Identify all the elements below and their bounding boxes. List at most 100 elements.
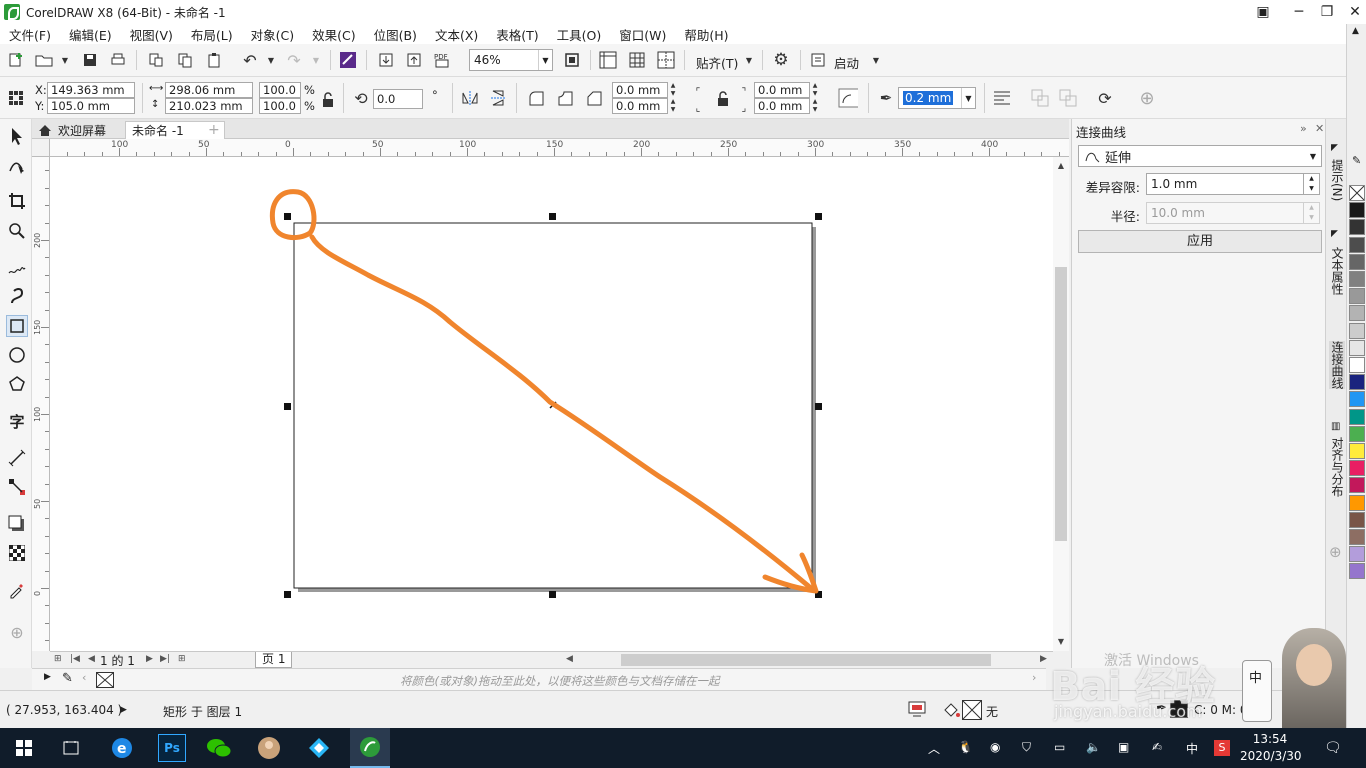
artistic-media-tool-icon[interactable]: [6, 285, 28, 307]
wrap-text-icon[interactable]: [992, 88, 1012, 108]
add-tab-button[interactable]: +: [202, 121, 226, 139]
scroll-up-icon[interactable]: ▲: [1053, 161, 1069, 175]
to-front-icon[interactable]: [1030, 88, 1050, 108]
scroll-right-icon[interactable]: ▶: [1040, 654, 1047, 664]
scroll-down-icon[interactable]: ▼: [1053, 637, 1069, 651]
browser-tray-icon[interactable]: ◉: [990, 740, 1000, 754]
radius-stepper[interactable]: ▲ ▼: [1304, 202, 1320, 224]
stepper-arrows-icon[interactable]: ▲ ▼: [810, 98, 820, 114]
color-swatch[interactable]: [1349, 511, 1365, 528]
tray-expand-icon[interactable]: ︿: [928, 740, 940, 757]
color-swatch[interactable]: [1349, 219, 1365, 236]
menu-text[interactable]: 文本(X): [426, 25, 487, 44]
full-screen-preview-icon[interactable]: [562, 50, 582, 70]
mirror-horizontal-icon[interactable]: [460, 88, 480, 108]
eyedropper-tool-icon[interactable]: [6, 579, 28, 601]
fill-bucket-icon[interactable]: [942, 701, 960, 719]
palette-pencil-icon[interactable]: ✎: [1352, 154, 1361, 167]
color-swatch[interactable]: [1349, 529, 1365, 545]
tab-pin-icon[interactable]: ◤: [1331, 143, 1338, 153]
crop-tool-icon[interactable]: [6, 190, 28, 212]
search-content-icon[interactable]: [338, 50, 358, 70]
color-swatch[interactable]: [1349, 288, 1365, 305]
palette-scroll-left-icon[interactable]: ‹: [82, 671, 86, 684]
vertical-scroll-thumb[interactable]: [1055, 267, 1067, 541]
vertical-scrollbar[interactable]: ▲ ▼: [1053, 157, 1069, 651]
text-tool-icon[interactable]: 字: [6, 410, 28, 432]
add-docker-icon[interactable]: ⊕: [1329, 543, 1342, 561]
menu-layout[interactable]: 布局(L): [182, 25, 242, 44]
scale-height-field[interactable]: 100.0: [259, 98, 301, 114]
color-swatch[interactable]: [1349, 477, 1365, 494]
show-rulers-icon[interactable]: [598, 50, 618, 70]
connector-tool-icon[interactable]: [6, 476, 28, 498]
lock-ratio-icon[interactable]: [318, 90, 338, 110]
wechat-icon[interactable]: [205, 734, 233, 762]
scalloped-corner-icon[interactable]: [555, 88, 575, 108]
menu-view[interactable]: 视图(V): [121, 25, 182, 44]
launch-label[interactable]: 启动: [834, 53, 859, 72]
convert-to-curves-icon[interactable]: ⟳: [1095, 88, 1115, 108]
outline-pen-status-icon[interactable]: ✒: [1156, 701, 1167, 716]
options-gear-icon[interactable]: ⚙: [771, 50, 791, 70]
color-swatch[interactable]: [1349, 494, 1365, 511]
color-swatch[interactable]: [1349, 563, 1365, 580]
next-page-icon[interactable]: ▶: [146, 654, 153, 664]
no-fill-swatch-icon[interactable]: [962, 700, 982, 720]
color-swatch[interactable]: [1349, 253, 1365, 270]
redo-icon[interactable]: ↷: [284, 50, 304, 70]
show-guidelines-icon[interactable]: [656, 50, 676, 70]
battery-icon[interactable]: ▭: [1054, 740, 1065, 754]
menu-bitmaps[interactable]: 位图(B): [365, 25, 426, 44]
stepper-arrows-icon[interactable]: ▲ ▼: [668, 98, 678, 114]
redo-dropdown-icon[interactable]: ▼: [306, 50, 326, 70]
no-color-swatch-icon[interactable]: [96, 672, 114, 688]
menu-edit[interactable]: 编辑(E): [60, 25, 121, 44]
add-tool-icon[interactable]: ⊕: [6, 621, 28, 643]
color-swatch[interactable]: [1349, 305, 1365, 322]
import-icon[interactable]: [376, 50, 396, 70]
new-document-icon[interactable]: [6, 50, 26, 70]
zoom-level-select[interactable]: 46% ▼: [469, 49, 553, 71]
color-swatch[interactable]: [1349, 546, 1365, 563]
undo-icon[interactable]: ↶: [240, 50, 260, 70]
color-swatch[interactable]: [1349, 460, 1365, 477]
open-folder-icon[interactable]: [34, 50, 54, 70]
color-swatch[interactable]: [1349, 236, 1365, 253]
tab-pin-icon[interactable]: ◤: [1331, 229, 1338, 239]
color-swatch[interactable]: [1349, 202, 1365, 219]
application-launcher-icon[interactable]: [808, 50, 828, 70]
stepper-arrows-icon[interactable]: ▲ ▼: [668, 82, 678, 98]
no-color-swatch-icon[interactable]: [1349, 185, 1365, 201]
coreldraw-taskbar-icon[interactable]: [350, 728, 390, 768]
floating-ime-toolbar[interactable]: 中: [1242, 660, 1272, 722]
palette-scroll-right-icon[interactable]: ›: [1032, 671, 1036, 684]
object-origin-icon[interactable]: [6, 88, 26, 108]
relative-corner-scaling-icon[interactable]: [838, 88, 858, 108]
snap-to-menu[interactable]: 贴齐(T): [696, 53, 738, 72]
y-position-field[interactable]: 105.0 mm: [47, 98, 135, 114]
corner-radius-top-left-field[interactable]: 0.0 mm: [612, 82, 668, 98]
rectangle-tool-icon[interactable]: [6, 315, 28, 337]
color-swatch[interactable]: [1349, 322, 1365, 339]
corner-radius-bottom-left-field[interactable]: 0.0 mm: [612, 98, 668, 114]
windows-start-icon[interactable]: [10, 734, 38, 762]
scroll-left-icon[interactable]: ◀: [566, 654, 573, 664]
chevron-down-icon[interactable]: ▼: [55, 50, 75, 70]
status-expand-icon[interactable]: ▶: [120, 705, 127, 715]
object-height-field[interactable]: 210.023 mm: [165, 98, 253, 114]
docker-close-icon[interactable]: ✕: [1315, 122, 1324, 135]
menu-object[interactable]: 对象(C): [242, 25, 303, 44]
radius-field[interactable]: 10.0 mm: [1146, 202, 1304, 224]
tolerance-field[interactable]: 1.0 mm: [1146, 173, 1304, 195]
color-swatch[interactable]: [1349, 425, 1365, 442]
polygon-tool-icon[interactable]: [6, 373, 28, 395]
menu-tools[interactable]: 工具(O): [548, 25, 611, 44]
color-swatch[interactable]: [1349, 271, 1365, 287]
add-quick-customize-icon[interactable]: ⊕: [1137, 88, 1157, 109]
publish-pdf-icon[interactable]: PDF: [432, 50, 452, 70]
sogou-input-icon[interactable]: S: [1214, 740, 1230, 756]
color-swatch[interactable]: [1349, 374, 1365, 391]
print-icon[interactable]: [108, 50, 128, 70]
color-swatch[interactable]: [1349, 408, 1365, 425]
